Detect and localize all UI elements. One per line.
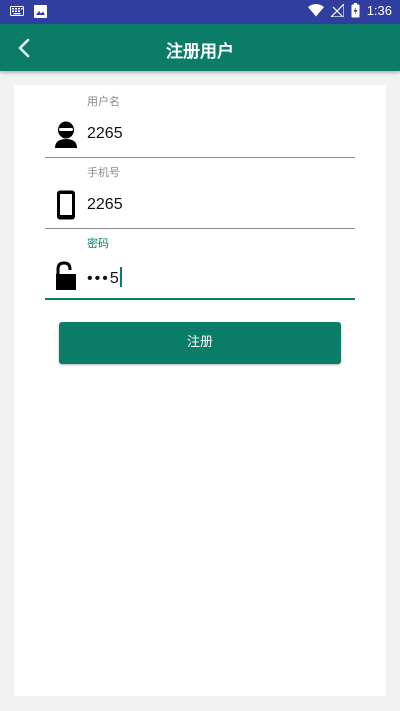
page-title: 注册用户 bbox=[166, 42, 234, 62]
username-label: 用户名 bbox=[87, 95, 120, 108]
signal-icon bbox=[330, 4, 344, 17]
image-icon bbox=[34, 5, 47, 18]
text-cursor bbox=[119, 267, 122, 287]
lock-icon bbox=[56, 261, 76, 290]
status-time: 1:36 bbox=[366, 3, 392, 18]
username-underline bbox=[45, 157, 355, 158]
keyboard-icon bbox=[10, 6, 24, 16]
phone-label: 手机号 bbox=[87, 166, 120, 179]
username-input[interactable]: 2265 bbox=[87, 125, 123, 143]
password-field[interactable]: 密码 •••5 bbox=[45, 235, 355, 301]
phone-icon bbox=[57, 190, 75, 220]
status-bar: 1:36 bbox=[0, 0, 400, 24]
phone-input[interactable]: 2265 bbox=[87, 196, 123, 214]
password-last-char: 5 bbox=[109, 270, 119, 287]
register-button[interactable]: 注册 bbox=[59, 322, 341, 364]
wifi-icon bbox=[307, 4, 324, 17]
battery-icon bbox=[351, 3, 360, 18]
password-input[interactable]: •••5 bbox=[87, 267, 122, 288]
password-mask: ••• bbox=[87, 270, 110, 287]
app-bar: 注册用户 bbox=[0, 24, 400, 71]
user-icon bbox=[55, 121, 77, 148]
password-label: 密码 bbox=[87, 237, 109, 250]
phone-underline bbox=[45, 228, 355, 229]
username-field[interactable]: 用户名 2265 bbox=[45, 93, 355, 159]
phone-field[interactable]: 手机号 2265 bbox=[45, 164, 355, 230]
password-underline bbox=[45, 298, 355, 300]
